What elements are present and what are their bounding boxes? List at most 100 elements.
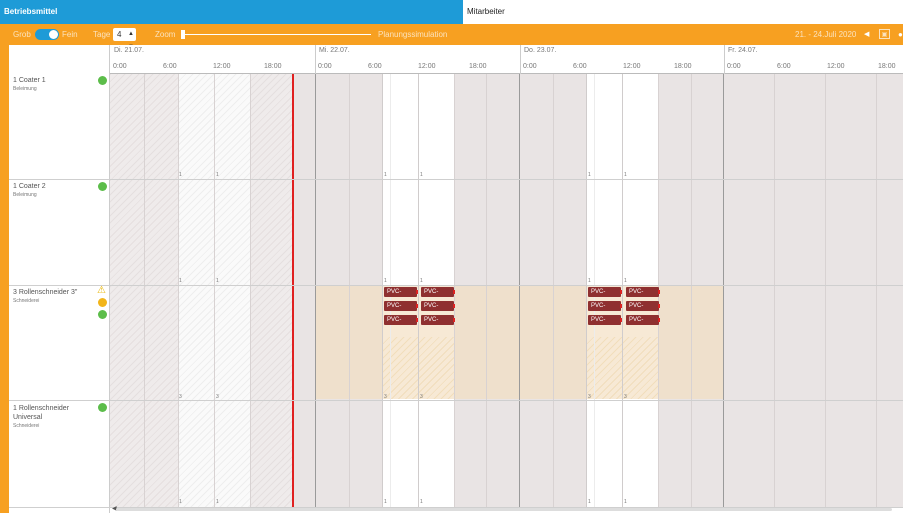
more-icon[interactable]: ● — [898, 24, 903, 45]
resource-name: 1 Rollenschneider Universal — [13, 405, 70, 421]
past-night-band — [250, 74, 293, 508]
day-grid-line — [723, 74, 724, 508]
grid-line — [418, 74, 419, 508]
hour-label: 0:00 — [318, 63, 332, 70]
grid-line — [486, 74, 487, 508]
day-grid-line — [315, 74, 316, 508]
hour-label: 0:00 — [727, 63, 741, 70]
task-block[interactable]: PVC- — [421, 301, 455, 311]
hour-label: 18:00 — [878, 63, 896, 70]
zoom-label: Zoom — [155, 30, 176, 39]
prev-arrow-icon[interactable]: ◀ — [864, 24, 869, 45]
cell-count: 1 — [384, 499, 387, 505]
tab-bar: Betriebsmittel Mitarbeiter — [0, 0, 903, 24]
resource-rollenschneider-3[interactable]: 3 Rollenschneider 3" Schneiderei — [13, 288, 97, 306]
past-shift-band — [214, 74, 250, 508]
cell-count: 1 — [179, 172, 182, 178]
resource-name: 1 Coater 2 — [13, 183, 46, 190]
grid-line — [382, 74, 383, 508]
past-shift-band — [178, 74, 214, 508]
resource-name: 3 Rollenschneider 3" — [13, 289, 78, 296]
calendar-icon[interactable]: ▣ — [879, 29, 890, 39]
tage-label: Tage — [93, 30, 111, 39]
cell-count: 1 — [588, 278, 591, 284]
cell-count: 1 — [384, 278, 387, 284]
planning-range-highlight — [316, 286, 724, 399]
day-divider — [315, 45, 316, 74]
cell-count: 1 — [420, 278, 423, 284]
status-green-icon — [98, 310, 107, 319]
task-block[interactable]: PVC- — [384, 315, 418, 325]
status-green-icon — [98, 403, 107, 412]
hour-label: 6:00 — [368, 63, 382, 70]
task-block[interactable]: PVC- — [626, 287, 660, 297]
zoom-slider-track[interactable] — [184, 34, 371, 35]
task-block[interactable]: PVC- — [384, 287, 418, 297]
cell-count: 1 — [216, 172, 219, 178]
timeline-grid[interactable]: 1 1 1 1 1 1 1 1 1 1 1 1 3 3 3 3 3 3 1 1 … — [110, 74, 903, 508]
row-divider — [9, 179, 903, 180]
cell-count: 1 — [588, 499, 591, 505]
hour-label: 12:00 — [827, 63, 845, 70]
hour-label: 6:00 — [777, 63, 791, 70]
task-block[interactable]: PVC- — [588, 301, 622, 311]
hour-label: 18:00 — [674, 63, 692, 70]
cell-count: 1 — [179, 499, 182, 505]
task-block[interactable]: PVC- — [626, 301, 660, 311]
grid-line — [250, 74, 251, 508]
resource-name: 1 Coater 1 — [13, 77, 46, 84]
day-label: Di. 21.07. — [114, 47, 144, 54]
day-divider — [520, 45, 521, 74]
left-accent-bar — [0, 45, 9, 513]
task-block[interactable]: PVC- — [384, 301, 418, 311]
status-yellow-icon — [98, 298, 107, 307]
grid-line — [691, 74, 692, 508]
tage-stepper[interactable]: 4▲▼ — [113, 28, 136, 50]
grid-line — [825, 74, 826, 508]
hour-label: 12:00 — [623, 63, 641, 70]
hour-label: 18:00 — [264, 63, 282, 70]
hour-label: 12:00 — [418, 63, 436, 70]
cell-count: 1 — [624, 278, 627, 284]
task-block[interactable]: PVC- — [626, 315, 660, 325]
tab-betriebsmittel[interactable]: Betriebsmittel — [0, 0, 463, 24]
status-green-icon — [98, 182, 107, 191]
hour-label: 6:00 — [163, 63, 177, 70]
resource-coater-2[interactable]: 1 Coater 2 Beleimung — [13, 182, 97, 200]
tab-mitarbeiter[interactable]: Mitarbeiter — [463, 0, 903, 24]
resource-rollenschneider-universal[interactable]: 1 Rollenschneider Universal Schneiderei — [13, 404, 83, 431]
cell-count: 1 — [179, 278, 182, 284]
task-block[interactable]: PVC- — [421, 315, 455, 325]
grid-line — [214, 74, 215, 508]
cell-count: 1 — [384, 172, 387, 178]
grid-line — [876, 74, 877, 508]
task-block[interactable]: PVC- — [421, 287, 455, 297]
warning-icon: ⚠ — [97, 285, 106, 296]
planungssimulation-label: Planungssimulation — [378, 30, 448, 39]
resource-coater-1[interactable]: 1 Coater 1 Beleimung — [13, 76, 97, 94]
grid-line — [622, 74, 623, 508]
grob-fein-toggle[interactable] — [35, 29, 59, 40]
task-block[interactable]: PVC- — [588, 315, 622, 325]
night-band — [294, 74, 316, 508]
grid-line — [586, 74, 587, 508]
horizontal-scrollbar[interactable] — [116, 508, 892, 511]
hour-label: 12:00 — [213, 63, 231, 70]
resource-column: 1 Coater 1 Beleimung 1 Coater 2 Beleimun… — [9, 45, 110, 513]
resource-group: Beleimung — [13, 86, 37, 92]
grid-line — [144, 74, 145, 508]
hour-label: 0:00 — [113, 63, 127, 70]
hour-label: 0:00 — [523, 63, 537, 70]
toolbar: Grob Fein Tage 4▲▼ Zoom Planungssimulati… — [0, 24, 903, 50]
task-block[interactable]: PVC- — [588, 287, 622, 297]
grid-line — [553, 74, 554, 508]
hour-label: 18:00 — [469, 63, 487, 70]
date-range: 21. - 24.Juli 2020 — [795, 30, 857, 39]
status-green-icon — [98, 76, 107, 85]
row-divider — [9, 285, 903, 286]
cell-count: 1 — [216, 278, 219, 284]
row-divider — [9, 400, 903, 401]
resource-group: Schneiderei — [13, 298, 40, 304]
cell-count: 1 — [216, 499, 219, 505]
zoom-slider-handle[interactable] — [181, 30, 185, 39]
